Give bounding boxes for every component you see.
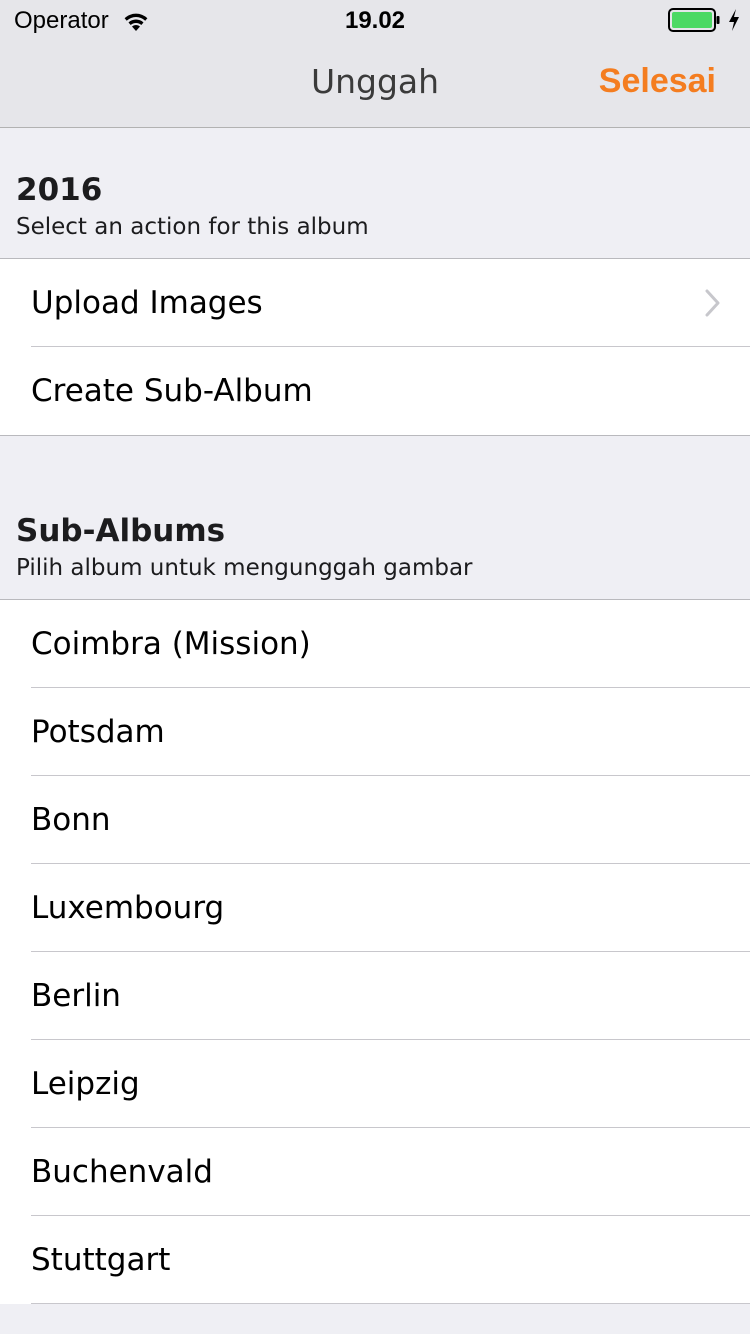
charging-icon — [726, 8, 742, 32]
album-actions-list: Upload Images Create Sub-Album — [0, 258, 750, 436]
sub-album-item[interactable]: Potsdam — [0, 688, 750, 776]
sub-album-item[interactable]: Luxembourg — [0, 864, 750, 952]
done-button[interactable]: Selesai — [599, 62, 716, 101]
status-right — [668, 8, 742, 32]
sub-album-label: Stuttgart — [31, 1242, 171, 1278]
sub-albums-list: Coimbra (Mission) Potsdam Bonn Luxembour… — [0, 599, 750, 1304]
chevron-right-icon — [704, 289, 722, 317]
sub-album-label: Bonn — [31, 802, 111, 838]
sub-albums-subtitle: Pilih album untuk mengunggah gambar — [16, 555, 473, 581]
battery-icon — [668, 8, 722, 32]
album-subtitle: Select an action for this album — [16, 214, 369, 240]
upload-images-label: Upload Images — [31, 285, 263, 321]
album-title: 2016 — [16, 172, 103, 208]
sub-album-item[interactable]: Stuttgart — [0, 1216, 750, 1304]
status-time: 19.02 — [344, 7, 406, 34]
sub-album-item[interactable]: Bonn — [0, 776, 750, 864]
sub-album-item[interactable]: Berlin — [0, 952, 750, 1040]
upload-images-row[interactable]: Upload Images — [0, 259, 750, 347]
create-sub-album-label: Create Sub-Album — [31, 373, 313, 409]
sub-album-label: Potsdam — [31, 714, 165, 750]
sub-album-label: Berlin — [31, 978, 121, 1014]
sub-album-item[interactable]: Leipzig — [0, 1040, 750, 1128]
sub-album-label: Luxembourg — [31, 890, 225, 926]
sub-album-label: Coimbra (Mission) — [31, 626, 311, 662]
navigation-bar: Unggah Selesai — [0, 40, 750, 128]
status-bar: Operator 19.02 — [0, 0, 750, 40]
sub-album-item[interactable]: Coimbra (Mission) — [0, 600, 750, 688]
sub-albums-title: Sub-Albums — [16, 513, 226, 549]
create-sub-album-row[interactable]: Create Sub-Album — [0, 347, 750, 435]
album-section-header: 2016 Select an action for this album — [16, 172, 369, 240]
sub-album-item[interactable]: Buchenvald — [0, 1128, 750, 1216]
sub-album-label: Leipzig — [31, 1066, 140, 1102]
sub-albums-section-header: Sub-Albums Pilih album untuk mengunggah … — [16, 513, 473, 581]
sub-album-label: Buchenvald — [31, 1154, 213, 1190]
